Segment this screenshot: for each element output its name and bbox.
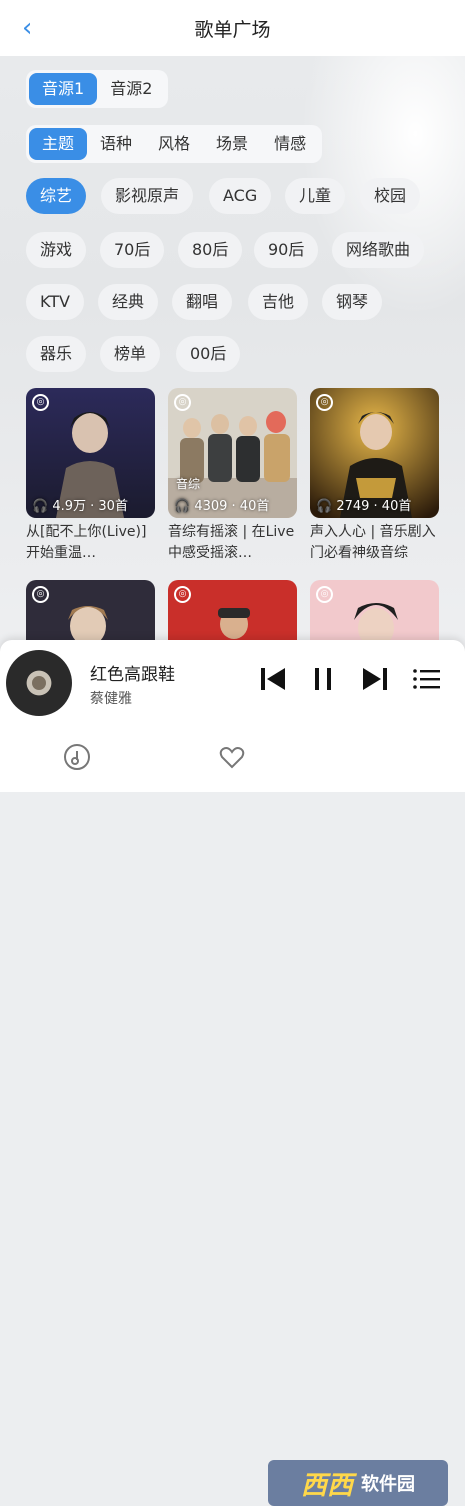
tag-chip[interactable]: 榜单 [100,336,161,372]
watermark-logo: 西西 软件园 [268,1460,448,1506]
bottom-tab-bar: 西西 软件园 [0,724,465,1506]
category-tab-language[interactable]: 语种 [87,128,145,160]
source-selector: 音源1 音源2 [26,70,169,108]
song-artist: 蔡健雅 [90,691,132,707]
headphones-icon: 🎧 [316,499,333,514]
playlist-card[interactable]: ◎ 🎧 4.9万 · 30首 从[配不上你(Live)]开始重温… [26,388,155,564]
previous-icon[interactable] [256,662,290,696]
tag-chip[interactable]: 网络歌曲 [332,232,425,268]
music-disc-icon[interactable] [62,742,92,772]
pause-icon[interactable] [306,662,340,696]
playlist-cover: ◎ 🎧 2749 · 40首 [310,388,439,518]
netease-logo-icon: ◎ [316,586,333,603]
tag-chip[interactable]: 游戏 [26,232,87,268]
netease-logo-icon: ◎ [316,394,333,411]
song-title: 红色高跟鞋 [90,665,175,685]
netease-logo-icon: ◎ [174,394,191,411]
tag-chip[interactable]: 儿童 [285,178,346,214]
netease-logo-icon: ◎ [32,586,49,603]
tag-chip[interactable]: 80后 [178,232,243,268]
mini-player[interactable]: 红色高跟鞋 蔡健雅 [0,640,465,724]
playlist-stats: 🎧 4.9万 · 30首 [32,499,128,514]
source-tab-1[interactable]: 音源1 [29,73,98,105]
back-chevron-icon[interactable]: ‹ [22,15,46,41]
tag-chip[interactable]: 钢琴 [322,284,383,320]
tag-chip[interactable]: KTV [26,284,84,320]
next-icon[interactable] [358,662,392,696]
playlist-title: 从[配不上你(Live)]开始重温… [26,524,147,561]
top-bar: ‹ 歌单广场 [0,0,465,56]
playlist-title: 音综有摇滚 | 在Live中感受摇滚… [168,524,295,561]
page-title: 歌单广场 [194,18,271,41]
tag-chip[interactable]: 吉他 [248,284,309,320]
tag-chip[interactable]: 影视原声 [101,178,194,214]
watermark-brand: 西西 [300,1470,353,1501]
watermark-text: 软件园 [361,1474,415,1495]
playlist-cover: ◎ 音综 🎧 4309 · 40首 [168,388,297,518]
playlist-stats: 🎧 2749 · 40首 [316,499,412,514]
netease-logo-icon: ◎ [32,394,49,411]
tag-chip[interactable]: 器乐 [26,336,87,372]
tag-chip[interactable]: 校园 [360,178,421,214]
album-art-disc[interactable] [6,650,72,716]
headphones-icon: 🎧 [174,499,191,514]
headphones-icon: 🎧 [32,499,49,514]
playlist-card[interactable]: ◎ 音综 🎧 4309 · 40首 音综有摇滚 | 在Live中感受摇滚… [168,388,297,564]
heart-icon[interactable] [217,742,247,772]
playlist-menu-icon[interactable] [410,662,444,696]
category-tab-emotion[interactable]: 情感 [261,128,319,160]
playlist-title: 声入人心 | 音乐剧入门必看神级音综 [310,524,436,561]
netease-logo-icon: ◎ [174,586,191,603]
category-tab-scene[interactable]: 场景 [203,128,261,160]
tag-chip[interactable]: 翻唱 [172,284,233,320]
tag-chip[interactable]: 综艺 [26,178,87,214]
playlist-stats: 🎧 4309 · 40首 [174,499,270,514]
tag-chip[interactable]: 70后 [100,232,165,268]
category-tab-style[interactable]: 风格 [145,128,203,160]
playlist-cover: ◎ 🎧 4.9万 · 30首 [26,388,155,518]
tag-chip[interactable]: 90后 [254,232,319,268]
category-tab-theme[interactable]: 主题 [29,128,88,160]
category-selector: 主题 语种 风格 场景 情感 [26,125,323,163]
playlist-badge: 音综 [176,477,201,491]
tag-chip[interactable]: 经典 [98,284,159,320]
tag-chip[interactable]: 00后 [176,336,241,372]
playlist-card[interactable]: ◎ 🎧 2749 · 40首 声入人心 | 音乐剧入门必看神级音综 [310,388,439,564]
source-tab-2[interactable]: 音源2 [97,73,165,105]
tag-chip[interactable]: ACG [209,178,272,214]
